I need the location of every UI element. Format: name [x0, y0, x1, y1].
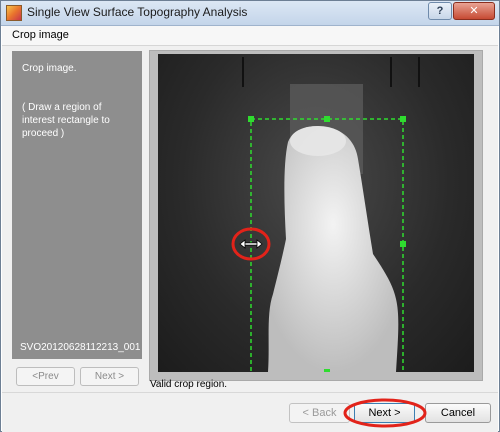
specimen-silhouette [268, 126, 399, 372]
panel-heading: Crop image. [22, 63, 77, 74]
panel-instruction: ( Draw a region of interest rectangle to… [22, 102, 110, 139]
crop-handle-top-left[interactable] [248, 116, 254, 122]
title-bar: Single View Surface Topography Analysis … [1, 1, 499, 26]
next-button-annotation [343, 398, 427, 428]
section-header: Crop image [2, 26, 498, 46]
image-svg [231, 57, 420, 372]
app-icon [6, 5, 22, 21]
back-button[interactable]: < Back [289, 403, 350, 423]
cancel-button[interactable]: Cancel [425, 403, 491, 423]
image-canvas[interactable] [158, 54, 474, 372]
wizard-footer: < Back Next > Cancel [2, 392, 498, 432]
dataset-id: SVO20120628112213_001 [20, 342, 141, 353]
crop-handle-bottom-center[interactable] [324, 369, 330, 372]
crop-handle-top-center[interactable] [324, 116, 330, 122]
specimen-head [290, 126, 346, 156]
next-image-button[interactable]: Next > [80, 367, 139, 386]
crop-status: Valid crop region. [150, 379, 228, 390]
instruction-panel: Crop image. ( Draw a region of interest … [12, 51, 142, 359]
crop-handle-right-center[interactable] [400, 241, 406, 247]
help-button[interactable]: ? [428, 2, 452, 20]
section-title: Crop image [12, 29, 69, 41]
prev-image-button[interactable]: <Prev [16, 367, 75, 386]
crop-handle-top-right[interactable] [400, 116, 406, 122]
image-frame [149, 50, 483, 381]
dialog-window: Single View Surface Topography Analysis … [0, 0, 500, 432]
window-title: Single View Surface Topography Analysis [27, 5, 248, 19]
content-area: Crop image. ( Draw a region of interest … [2, 46, 498, 392]
close-button[interactable]: ✕ [453, 2, 495, 20]
